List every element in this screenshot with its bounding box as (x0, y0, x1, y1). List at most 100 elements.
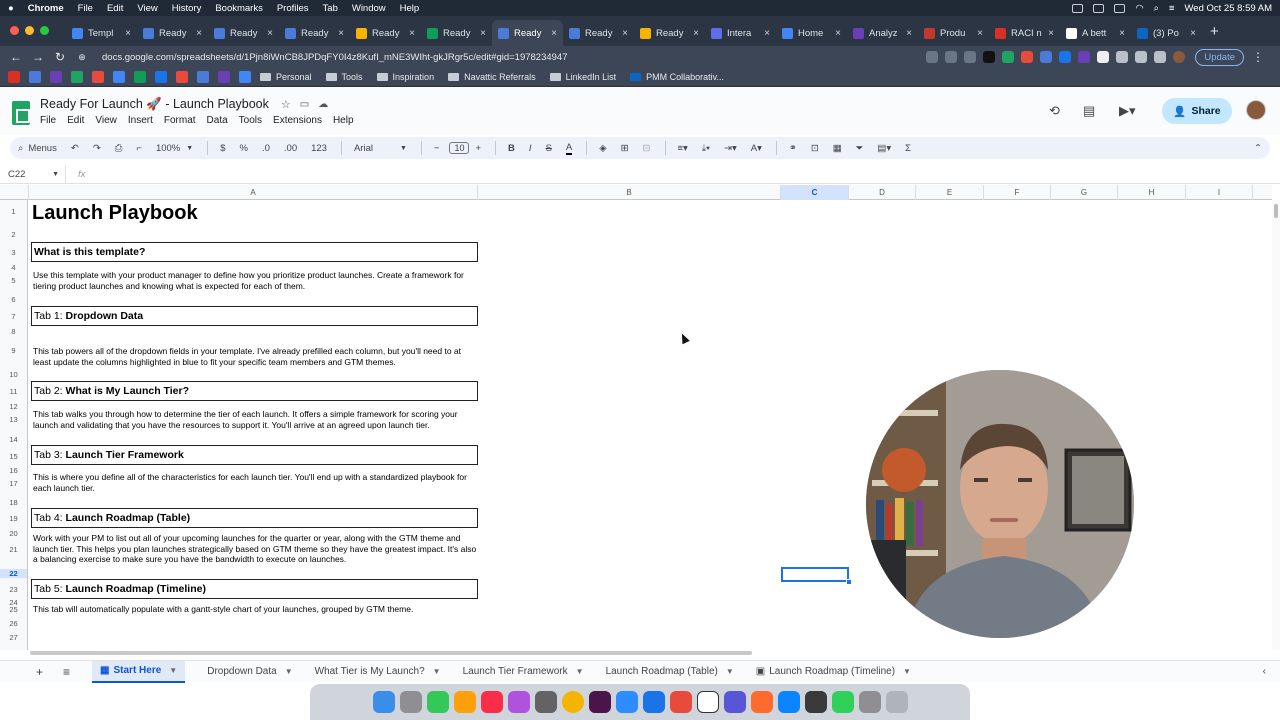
menu-file[interactable]: File (78, 3, 93, 14)
close-tab-icon[interactable]: × (835, 28, 841, 39)
row-header[interactable]: 1 (0, 207, 28, 221)
section-body[interactable]: This tab powers all of the dropdown fiel… (33, 346, 478, 367)
clock[interactable]: Wed Oct 25 8:59 AM (1185, 3, 1272, 14)
close-tab-icon[interactable]: × (1190, 28, 1196, 39)
currency-format-button[interactable]: $ (220, 143, 225, 154)
notion-icon[interactable] (696, 691, 719, 713)
sheet-tab-dropdown-data[interactable]: Dropdown Data ▼ (207, 666, 292, 677)
cloud-status-icon[interactable]: ☁ (318, 99, 328, 110)
extension-icon[interactable] (1097, 51, 1110, 63)
column-header-g[interactable]: G (1051, 185, 1118, 200)
bookmark-icon[interactable] (71, 71, 83, 83)
menu-format[interactable]: Format (164, 115, 196, 126)
zoom-select[interactable]: 100% ▼ (156, 143, 193, 154)
star-icon[interactable]: ☆ (281, 98, 291, 111)
menu-bookmarks[interactable]: Bookmarks (215, 3, 263, 14)
sheet-tab-what-tier[interactable]: What Tier is My Launch? ▼ (315, 666, 441, 677)
bookmark-icon[interactable] (176, 71, 188, 83)
font-select[interactable]: Arial ▼ (354, 143, 407, 154)
extension-icon[interactable] (1040, 51, 1053, 63)
close-tab-icon[interactable]: × (125, 28, 131, 39)
apple-icon[interactable]: ● (8, 3, 14, 14)
column-header-a[interactable]: A (29, 185, 478, 200)
bookmark-icon[interactable] (8, 71, 20, 83)
menu-history[interactable]: History (172, 3, 202, 14)
app-icon[interactable] (858, 691, 881, 713)
collapse-toolbar-icon[interactable]: ⌃ (1254, 143, 1262, 154)
text-color-icon[interactable]: A (565, 142, 573, 155)
section-header-tab-3[interactable]: Tab 3: Launch Tier Framework (31, 445, 478, 465)
browser-tab[interactable]: Ready × (421, 20, 492, 46)
column-header-b[interactable]: B (478, 185, 781, 200)
extension-icon[interactable] (945, 51, 958, 63)
merge-cells-icon[interactable]: ⊟ (643, 143, 651, 154)
bookmark-folder-tools[interactable]: Tools (325, 72, 363, 82)
comments-icon[interactable]: ▤ (1083, 103, 1095, 119)
section-body[interactable]: This is where you define all of the char… (33, 472, 478, 493)
section-header-tab-2[interactable]: Tab 2: What is My Launch Tier? (31, 381, 478, 401)
insert-comment-icon[interactable]: ⊡ (811, 143, 819, 154)
section-body[interactable]: This tab walks you through how to determ… (33, 409, 478, 430)
row-header[interactable]: 16 (0, 466, 28, 475)
horizontal-align-icon[interactable]: ≡▾ (678, 143, 688, 154)
fill-color-icon[interactable]: ◈ (599, 143, 606, 154)
menu-view[interactable]: View (95, 115, 117, 126)
bookmark-folder-inspiration[interactable]: Inspiration (376, 72, 434, 82)
status-icon[interactable] (1072, 3, 1084, 13)
user-avatar[interactable] (1246, 100, 1266, 120)
section-header-tab-4[interactable]: Tab 4: Launch Roadmap (Table) (31, 508, 478, 528)
filter-icon[interactable]: ⏷ (856, 143, 864, 154)
column-header-e[interactable]: E (916, 185, 984, 200)
browser-tab[interactable]: Produ × (918, 20, 989, 46)
app-icon[interactable] (669, 691, 692, 713)
section-header-tab-5[interactable]: Tab 5: Launch Roadmap (Timeline) (31, 579, 478, 599)
menu-tools[interactable]: Tools (239, 115, 262, 126)
reload-icon[interactable]: ↻ (52, 50, 68, 64)
sidebar-icon[interactable] (1154, 51, 1167, 63)
share-button[interactable]: 👤 Share (1162, 98, 1232, 124)
sheet-tab-launch-tier-framework[interactable]: Launch Tier Framework ▼ (463, 666, 584, 677)
row-header[interactable]: 25 (0, 605, 28, 614)
sheet-tab-roadmap-table[interactable]: Launch Roadmap (Table) ▼ (606, 666, 734, 677)
row-header[interactable]: 3 (0, 248, 28, 257)
close-tab-icon[interactable]: × (764, 28, 770, 39)
row-header[interactable]: 12 (0, 402, 28, 411)
row-header[interactable]: 7 (0, 312, 28, 321)
close-tab-icon[interactable]: × (551, 28, 557, 39)
app-icon[interactable] (804, 691, 827, 713)
print-icon[interactable]: ⎙ (115, 143, 123, 154)
extension-icon[interactable] (1021, 51, 1034, 63)
redo-icon[interactable]: ↷ (93, 143, 101, 154)
name-box[interactable]: C22 ▼ (0, 166, 66, 183)
column-header-h[interactable]: H (1118, 185, 1186, 200)
app-icon[interactable] (777, 691, 800, 713)
version-history-icon[interactable]: ⟲ (1049, 103, 1060, 119)
browser-tab[interactable]: Templ × (66, 20, 137, 46)
menu-extensions[interactable]: Extensions (273, 115, 322, 126)
search-icon[interactable]: ⌕ (1154, 3, 1159, 14)
browser-tab[interactable]: Intera × (705, 20, 776, 46)
mail-icon[interactable] (642, 691, 665, 713)
close-tab-icon[interactable]: × (338, 28, 344, 39)
close-tab-icon[interactable]: × (977, 28, 983, 39)
insert-link-icon[interactable]: ⚭ (789, 143, 797, 154)
extension-icon[interactable] (983, 51, 996, 63)
trash-icon[interactable] (885, 691, 908, 713)
browser-tab[interactable]: Ready × (634, 20, 705, 46)
close-tab-icon[interactable]: × (1119, 28, 1125, 39)
profile-avatar[interactable] (1173, 51, 1186, 63)
menu-tab[interactable]: Tab (323, 3, 338, 14)
podcasts-icon[interactable] (507, 691, 530, 713)
close-tab-icon[interactable]: × (622, 28, 628, 39)
bookmark-folder-personal[interactable]: Personal (260, 72, 312, 82)
horizontal-scroll-thumb[interactable] (30, 651, 752, 655)
browser-tab[interactable]: Ready × (350, 20, 421, 46)
row-header[interactable]: 11 (0, 387, 28, 396)
menu-help[interactable]: Help (400, 3, 420, 14)
new-tab-icon[interactable]: + (1210, 23, 1219, 40)
row-header[interactable]: 18 (0, 498, 28, 507)
column-header-d[interactable]: D (849, 185, 916, 200)
finder-icon[interactable] (372, 691, 395, 713)
back-icon[interactable]: ← (8, 50, 24, 64)
browser-tab[interactable]: Home × (776, 20, 847, 46)
